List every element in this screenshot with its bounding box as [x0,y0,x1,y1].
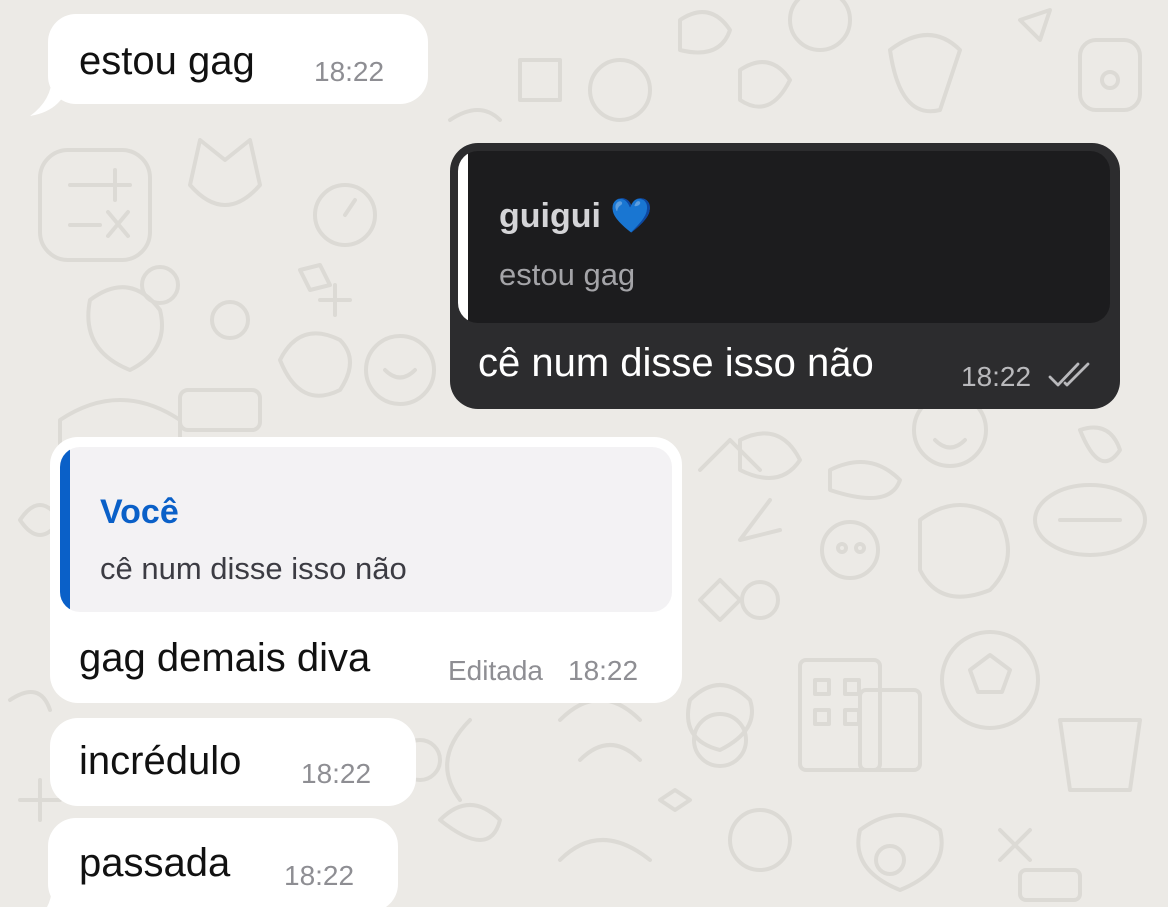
reply-quote-bar [60,447,70,612]
message-text: gag demais diva [79,636,371,680]
reply-quote[interactable]: Você cê num disse isso não [60,447,672,612]
bubble-tail [30,76,70,116]
message-time: 18:22 [301,758,372,789]
message-bubble-incoming[interactable]: Você cê num disse isso não gag demais di… [50,437,682,703]
message-bubble-outgoing[interactable]: guigui 💙 estou gag cê num disse isso não… [450,143,1120,409]
message-time: 18:22 [314,56,385,87]
reply-text: cê num disse isso não [100,551,407,586]
reply-text: estou gag [499,257,636,292]
message-bubble-incoming[interactable]: estou gag 18:22 [30,14,428,116]
read-double-check-icon [1048,362,1090,387]
bubble-tail [46,886,70,907]
message-bubble-incoming[interactable]: passada 18:22 [46,818,398,907]
chat-area[interactable]: estou gag 18:22 guigui 💙 estou gag cê nu… [0,0,1168,907]
reply-quote[interactable]: guigui 💙 estou gag [458,151,1110,323]
message-text: cê num disse isso não [478,341,874,385]
reply-author: guigui 💙 [499,197,653,235]
message-text: estou gag [79,39,255,83]
edited-label: Editada [448,655,543,686]
reply-author: Você [100,493,179,531]
message-bubble-incoming[interactable]: incrédulo 18:22 [50,718,416,806]
message-time: 18:22 [961,361,1032,392]
message-text: incrédulo [79,739,242,783]
reply-quote-bar [458,151,468,323]
message-time: 18:22 [568,655,639,686]
message-time: 18:22 [284,860,355,891]
message-text: passada [79,841,231,885]
